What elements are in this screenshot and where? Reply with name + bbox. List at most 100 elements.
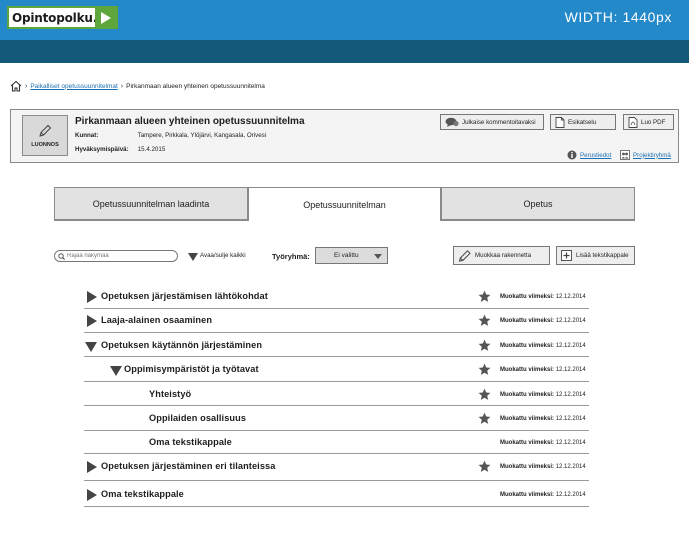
breadcrumb-link-local-curricula[interactable]: Paikalliset opetussuunnitelmat	[30, 83, 117, 90]
workgroup-label: Työryhmä:	[272, 252, 310, 261]
status-label: LUONNOS	[31, 142, 59, 148]
modified-label: Muokattu viimeksi:	[500, 294, 555, 300]
tab-label: Opetussuunnitelman laadinta	[92, 198, 210, 209]
add-text-section-button[interactable]: Lisää tekstikappale	[556, 246, 635, 265]
municipalities-value: Tampere, Pirkkala, Ylöjärvi, Kangasala, …	[137, 132, 267, 139]
tree-row-label[interactable]: Opetuksen järjestämisen lähtökohdat	[101, 291, 268, 301]
modified-date: 12.12.2014	[555, 440, 586, 446]
pdf-icon	[628, 116, 638, 128]
preview-button[interactable]: Esikatselu	[550, 114, 616, 130]
tree-row[interactable]: Yhteistyö Muokattu viimeksi: 12.12.2014	[84, 383, 589, 406]
expand-collapse-label: Avaa/sulje kaikki	[200, 252, 246, 259]
modified-label: Muokattu viimeksi:	[500, 440, 555, 446]
breadcrumb-separator: ›	[25, 82, 28, 90]
tab-label: Opetus	[523, 198, 553, 209]
status-badge: LUONNOS	[22, 115, 68, 156]
star-icon[interactable]	[478, 460, 491, 473]
expand-triangle-icon[interactable]	[87, 489, 97, 501]
modified-info: Muokattu viimeksi: 12.12.2014	[500, 492, 586, 498]
modified-info: Muokattu viimeksi: 12.12.2014	[500, 440, 586, 446]
create-pdf-button[interactable]: Luo PDF	[623, 114, 674, 130]
tab-curriculum[interactable]: Opetussuunnitelman	[248, 187, 441, 221]
breadcrumb-separator: ›	[120, 82, 124, 90]
star-icon[interactable]	[478, 339, 491, 352]
breadcrumb-current: Pirkanmaan alueen yhteinen opetussuunnit…	[126, 82, 265, 90]
tree-row[interactable]: Opetuksen järjestämisen lähtökohdat Muoka…	[84, 285, 589, 309]
tree-row-label[interactable]: Yhteistyö	[149, 389, 191, 399]
tree-row[interactable]: Oppimisympäristöt ja työtavat Muokattu vi…	[84, 358, 589, 382]
navigation-bar	[0, 40, 689, 63]
tab-teaching[interactable]: Opetus	[441, 187, 635, 220]
opintopolku-logo[interactable]: Opintopolku.fi	[7, 6, 118, 29]
workgroup-select[interactable]: Ei valittu	[315, 247, 388, 264]
modified-label: Muokattu viimeksi:	[500, 492, 555, 498]
star-icon[interactable]	[478, 290, 491, 303]
collapse-triangle-icon[interactable]	[85, 342, 97, 352]
search-icon	[58, 252, 65, 260]
municipalities-row: Kunnat: Tampere, Pirkkala, Ylöjärvi, Kan…	[75, 132, 266, 139]
modified-date: 12.12.2014	[555, 318, 586, 324]
document-icon	[555, 116, 565, 128]
triangle-down-icon	[188, 253, 198, 261]
workgroup-select-value: Ei valittu	[334, 252, 359, 259]
tree-row[interactable]: Opetuksen käytännön järjestäminen Muokatt…	[84, 334, 589, 357]
approval-date-row: Hyväksymispäivä: 15.4.2015	[75, 146, 165, 153]
collapse-triangle-icon[interactable]	[110, 366, 122, 376]
modified-label: Muokattu viimeksi:	[500, 343, 555, 349]
tree-row-label[interactable]: Oppilaiden osallisuus	[149, 413, 246, 423]
tree-row-label[interactable]: Opetuksen järjestäminen eri tilanteissa	[101, 461, 275, 471]
tree-row[interactable]: Laaja-alainen osaaminen Muokattu viimeksi…	[84, 309, 589, 333]
municipalities-label: Kunnat:	[75, 132, 99, 139]
tree-row[interactable]: Oppilaiden osallisuus Muokattu viimeksi: …	[84, 407, 589, 431]
pencil-icon	[39, 124, 52, 137]
curriculum-info-panel: LUONNOS Pirkanmaan alueen yhteinen opetu…	[10, 109, 679, 163]
modified-date: 12.12.2014	[555, 294, 586, 300]
tree-row-label[interactable]: Oma tekstikappale	[101, 489, 184, 499]
modified-label: Muokattu viimeksi:	[500, 392, 555, 398]
approval-date-label: Hyväksymispäivä:	[75, 146, 129, 153]
publish-for-comments-button[interactable]: Julkaise kommentoitavaksi	[440, 114, 544, 130]
edit-structure-button[interactable]: Muokkaa rakennetta	[453, 246, 550, 265]
modified-info: Muokattu viimeksi: 12.12.2014	[500, 318, 586, 324]
tree-row[interactable]: Opetuksen järjestäminen eri tilanteissa M…	[84, 455, 589, 481]
logo-text: Opintopolku.fi	[12, 10, 106, 25]
modified-info: Muokattu viimeksi: 12.12.2014	[500, 464, 586, 470]
expand-triangle-icon[interactable]	[87, 461, 97, 473]
expand-triangle-icon[interactable]	[87, 315, 97, 327]
play-icon	[95, 8, 116, 27]
tab-label: Opetussuunnitelman	[303, 200, 386, 210]
modified-date: 12.12.2014	[555, 392, 586, 398]
tree-row[interactable]: Oma tekstikappale Muokattu viimeksi: 12.1…	[84, 483, 589, 507]
star-icon[interactable]	[478, 314, 491, 327]
modified-date: 12.12.2014	[555, 367, 586, 373]
tree-row-label[interactable]: Laaja-alainen osaaminen	[101, 315, 212, 325]
preview-button-label: Esikatselu	[568, 118, 597, 126]
pencil-icon	[458, 249, 471, 262]
tab-curriculum-drafting[interactable]: Opetussuunnitelman laadinta	[54, 187, 248, 220]
tree-row-label[interactable]: Opetuksen käytännön järjestäminen	[101, 340, 262, 350]
project-group-link[interactable]: Projektiryhmä	[620, 150, 671, 160]
home-icon[interactable]	[10, 80, 22, 92]
modified-info: Muokattu viimeksi: 12.12.2014	[500, 416, 586, 422]
tree-row[interactable]: Oma tekstikappale Muokattu viimeksi: 12.1…	[84, 431, 589, 454]
width-label: WIDTH: 1440px	[564, 9, 672, 25]
modified-label: Muokattu viimeksi:	[500, 367, 555, 373]
expand-triangle-icon[interactable]	[87, 291, 97, 303]
modified-date: 12.12.2014	[555, 492, 586, 498]
search-input[interactable]	[67, 253, 167, 259]
group-icon	[620, 150, 630, 160]
tree-row-label[interactable]: Oppimisympäristöt ja työtavat	[124, 364, 259, 374]
info-icon	[567, 150, 577, 160]
expand-collapse-all[interactable]: Avaa/sulje kaikki	[188, 250, 246, 261]
star-icon[interactable]	[478, 388, 491, 401]
search-field[interactable]	[54, 250, 178, 262]
modified-label: Muokattu viimeksi:	[500, 464, 555, 470]
basic-info-label: Perustiedot	[580, 151, 612, 159]
basic-info-link[interactable]: Perustiedot	[567, 150, 611, 160]
star-icon[interactable]	[478, 363, 491, 376]
pdf-button-label: Luo PDF	[641, 118, 666, 126]
edit-structure-label: Muokkaa rakennetta	[475, 252, 532, 259]
tree-row-label[interactable]: Oma tekstikappale	[149, 437, 232, 447]
star-icon[interactable]	[478, 412, 491, 425]
modified-label: Muokattu viimeksi:	[500, 318, 555, 324]
